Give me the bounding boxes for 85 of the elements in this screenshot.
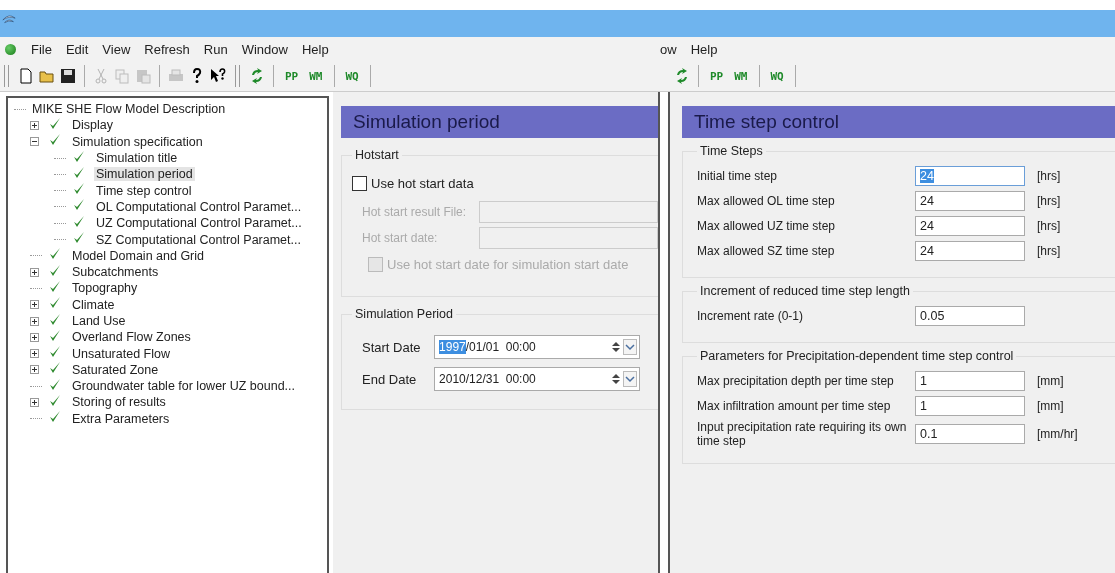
open-folder-icon[interactable]: [39, 68, 55, 84]
input-field[interactable]: 1: [915, 396, 1025, 416]
menu-item[interactable]: Run: [197, 41, 236, 57]
menu-item[interactable]: Edit: [59, 41, 97, 57]
unit-label: [hrs]: [1037, 169, 1061, 183]
input-field[interactable]: 0.05: [915, 306, 1025, 326]
menu-item[interactable]: Window: [235, 41, 296, 57]
unit-label: [mm]: [1037, 374, 1064, 388]
menu-item[interactable]: File: [25, 41, 60, 57]
tree-item[interactable]: SZ Computational Control Paramet...: [94, 232, 303, 247]
refresh-icon[interactable]: [674, 68, 690, 84]
field-label: Max infiltration amount per time step: [697, 399, 892, 413]
tree-item[interactable]: MIKE SHE Flow Model Description: [30, 102, 228, 117]
group-title: Time Steps: [699, 144, 764, 158]
tree-item[interactable]: Simulation title: [94, 151, 180, 166]
field-label: Initial time step: [697, 169, 779, 183]
tree-item[interactable]: Simulation period: [94, 167, 195, 182]
tree-item[interactable]: Overland Flow Zones: [70, 330, 193, 345]
status-ball-icon: [5, 43, 16, 55]
panel-header: Time step control: [682, 106, 1115, 138]
menu-item[interactable]: Refresh: [138, 41, 198, 57]
tree-item[interactable]: Extra Parameters: [70, 411, 172, 426]
tree-item[interactable]: Unsaturated Flow: [70, 346, 172, 361]
tree-item[interactable]: OL Computational Control Paramet...: [94, 199, 304, 214]
unit-label: [mm]: [1037, 399, 1064, 413]
tree-item[interactable]: Saturated Zone: [70, 362, 161, 377]
tree-item[interactable]: UZ Computational Control Paramet...: [94, 216, 304, 231]
app-logo-icon: [2, 12, 16, 26]
unit-label: [hrs]: [1037, 194, 1061, 208]
group-title: Parameters for Precipitation-dependent time step control: [699, 349, 1015, 363]
spinner-icon[interactable]: [611, 373, 622, 385]
spinner-icon[interactable]: [611, 341, 622, 353]
input-field[interactable]: 0.1: [915, 424, 1025, 444]
toolbar-button[interactable]: WM: [306, 69, 326, 83]
menu-item[interactable]: Help: [684, 41, 726, 57]
tree-item[interactable]: Climate: [70, 297, 117, 312]
tree-item[interactable]: Subcatchments: [70, 265, 161, 280]
group-title: Hotstart: [354, 148, 400, 162]
input-field[interactable]: 24: [915, 191, 1025, 211]
checkbox-label: Use hot start data: [371, 176, 474, 191]
input-field[interactable]: 24: [915, 241, 1025, 261]
field-label: Hot start date:: [362, 231, 439, 245]
toolbar-button[interactable]: WQ: [767, 69, 787, 83]
unit-label: [mm/hr]: [1037, 427, 1078, 441]
field-label: Increment rate (0-1): [697, 309, 805, 323]
unit-label: [hrs]: [1037, 244, 1061, 258]
unit-label: [hrs]: [1037, 219, 1061, 233]
save-icon[interactable]: [60, 68, 76, 84]
tree-item[interactable]: Simulation specification: [70, 134, 205, 149]
field-label: Max allowed SZ time step: [697, 244, 836, 258]
field-label: End Date: [362, 371, 418, 387]
menu-item[interactable]: View: [96, 41, 139, 57]
tree-item[interactable]: Groundwater table for lower UZ bound...: [70, 379, 298, 394]
field-label: Input precipitation rate requiring its own time step: [697, 420, 908, 448]
toolbar-button[interactable]: WQ: [342, 69, 362, 83]
field-label: Max precipitation depth per time step: [697, 374, 895, 388]
dropdown-icon[interactable]: [623, 339, 638, 355]
group-title: Simulation Period: [354, 307, 454, 321]
toolbar-button[interactable]: WM: [731, 69, 751, 83]
menu-item[interactable]: Help: [295, 41, 337, 57]
tree-item[interactable]: Display: [70, 118, 115, 133]
checkbox[interactable]: [352, 176, 368, 191]
tree-item[interactable]: Land Use: [70, 314, 128, 328]
new-file-icon[interactable]: [18, 68, 34, 84]
field-label: Hot start result File:: [362, 205, 468, 219]
tree-item[interactable]: Topography: [70, 281, 140, 296]
tree-item[interactable]: Storing of results: [70, 395, 168, 410]
field-label: Max allowed UZ time step: [697, 219, 837, 233]
menu-item[interactable]: ow: [660, 41, 685, 57]
context-help-icon[interactable]: [210, 68, 226, 84]
refresh-icon[interactable]: [249, 68, 265, 84]
tree-item[interactable]: Time step control: [94, 183, 194, 198]
date-field[interactable]: 2010/12/31 00:00: [434, 367, 641, 391]
input-field[interactable]: 1: [915, 371, 1025, 391]
panel-header: Simulation period: [341, 106, 658, 138]
tree-item[interactable]: Model Domain and Grid: [70, 248, 206, 263]
group-title: Increment of reduced time step length: [699, 284, 911, 298]
toolbar-button[interactable]: PP: [282, 69, 302, 83]
field-label: Start Date: [362, 339, 422, 355]
field-label: Max allowed OL time step: [697, 194, 836, 208]
date-field[interactable]: 1997/01/01 00:00: [434, 335, 641, 359]
toolbar-button[interactable]: PP: [707, 69, 727, 83]
input-field[interactable]: 24: [915, 216, 1025, 236]
dropdown-icon[interactable]: [623, 371, 638, 387]
checkbox-label: Use hot start date for simulation start date: [387, 257, 629, 272]
